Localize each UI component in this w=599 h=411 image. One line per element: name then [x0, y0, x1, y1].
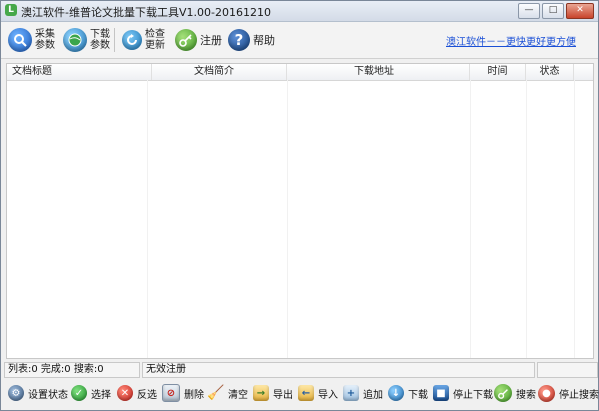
search-magnifier-icon: [8, 28, 32, 52]
column-header-title[interactable]: 文档标题: [7, 64, 152, 80]
column-header-summary-text: 文档简介: [194, 66, 234, 77]
import-folder-icon: ←: [298, 385, 314, 401]
append-icon: +: [343, 385, 359, 401]
collect-params-button[interactable]: 采集 参数: [8, 25, 55, 55]
stop-search-button[interactable]: ● 停止搜索: [538, 383, 599, 403]
help-question-icon: ?: [228, 29, 250, 51]
set-status-label: 设置状态: [28, 389, 68, 401]
invert-select-button[interactable]: ✕ 反选: [117, 383, 157, 403]
status-counts: 列表:0 完成:0 搜索:0: [4, 362, 140, 378]
toolbar-divider: [114, 28, 115, 52]
table-header: 文档标题 文档简介 下载地址 时间 状态: [7, 64, 593, 81]
column-header-summary[interactable]: 文档简介: [147, 64, 287, 80]
register-label: 注册: [200, 33, 222, 47]
collect-params-label-2: 参数: [35, 40, 55, 51]
status-registration: 无效注册: [142, 362, 535, 378]
column-header-url[interactable]: 下载地址: [287, 64, 470, 80]
window-title: 澳江软件-维普论文批量下载工具V1.00-20161210: [21, 6, 271, 19]
status-extra: [537, 362, 598, 378]
toolbar: 采集 参数 下载 参数 检查 更新 注册 ? 帮助 澳江软件－－更快更好更方便: [1, 22, 598, 59]
stop-download-label: 停止下载: [453, 389, 493, 401]
stop-search-icon: ●: [538, 384, 555, 402]
select-button[interactable]: ✓ 选择: [71, 383, 111, 403]
stop-search-label: 停止搜索: [559, 389, 599, 401]
help-label: 帮助: [253, 33, 275, 47]
help-button[interactable]: ? 帮助: [228, 25, 275, 55]
document-table[interactable]: 文档标题 文档简介 下载地址 时间 状态: [6, 63, 594, 359]
clear-label: 清空: [228, 389, 248, 401]
app-logo-icon: L: [5, 4, 17, 16]
window-controls: — □ ✕: [518, 3, 594, 19]
delete-label: 删除: [184, 389, 204, 401]
delete-icon: ⊘: [162, 384, 180, 402]
import-button[interactable]: ← 导入: [298, 383, 338, 403]
download-button[interactable]: ↓ 下载: [388, 383, 428, 403]
bottom-button-bar: ⚙ 设置状态 ✓ 选择 ✕ 反选 ⊘ 删除 🧹 清空 → 导出 ← 导入 + 追…: [1, 380, 599, 408]
register-button[interactable]: 注册: [175, 25, 222, 55]
check-update-label-1: 检查: [145, 29, 165, 40]
main-window: L 澳江软件-维普论文批量下载工具V1.00-20161210 — □ ✕ 采集…: [0, 0, 599, 411]
select-label: 选择: [91, 389, 111, 401]
append-button[interactable]: + 追加: [343, 383, 383, 403]
status-bar: 列表:0 完成:0 搜索:0 无效注册: [1, 361, 598, 378]
download-icon: ↓: [388, 385, 404, 401]
cross-icon: ✕: [117, 385, 133, 401]
export-button[interactable]: → 导出: [253, 383, 293, 403]
column-header-time[interactable]: 时间: [470, 64, 526, 80]
invert-select-label: 反选: [137, 389, 157, 401]
collect-params-label-1: 采集: [35, 29, 55, 40]
column-header-status[interactable]: 状态: [526, 64, 574, 80]
minimize-button[interactable]: —: [518, 3, 540, 19]
column-header-url-text: 下载地址: [354, 66, 394, 77]
download-params-label-1: 下载: [90, 29, 110, 40]
export-folder-icon: →: [253, 385, 269, 401]
delete-button[interactable]: ⊘ 删除: [162, 383, 204, 403]
set-status-button[interactable]: ⚙ 设置状态: [8, 383, 68, 403]
key-icon: [175, 29, 197, 51]
append-label: 追加: [363, 389, 383, 401]
stop-download-icon: ■: [433, 385, 449, 401]
export-label: 导出: [273, 389, 293, 401]
title-bar[interactable]: L 澳江软件-维普论文批量下载工具V1.00-20161210 — □ ✕: [1, 1, 598, 22]
broom-icon: 🧹: [207, 385, 225, 401]
stop-download-button[interactable]: ■ 停止下载: [433, 383, 493, 403]
column-divider: [470, 80, 471, 358]
vendor-link[interactable]: 澳江软件－－更快更好更方便: [446, 33, 576, 48]
maximize-button[interactable]: □: [542, 3, 564, 19]
column-divider: [526, 80, 527, 358]
check-update-button[interactable]: 检查 更新: [122, 25, 165, 55]
gear-icon: ⚙: [8, 385, 24, 401]
column-divider: [287, 80, 288, 358]
download-params-button[interactable]: 下载 参数: [63, 25, 110, 55]
search-label: 搜索: [516, 389, 536, 401]
import-label: 导入: [318, 389, 338, 401]
column-divider: [147, 80, 148, 358]
download-label: 下载: [408, 389, 428, 401]
clear-button[interactable]: 🧹 清空: [207, 383, 248, 403]
search-key-icon: [494, 384, 512, 402]
close-button[interactable]: ✕: [566, 3, 594, 19]
check-icon: ✓: [71, 385, 87, 401]
search-button[interactable]: 搜索: [494, 383, 536, 403]
refresh-icon: [122, 30, 142, 50]
column-divider: [574, 80, 575, 358]
check-update-label-2: 更新: [145, 40, 165, 51]
download-params-label-2: 参数: [90, 40, 110, 51]
globe-icon: [63, 28, 87, 52]
